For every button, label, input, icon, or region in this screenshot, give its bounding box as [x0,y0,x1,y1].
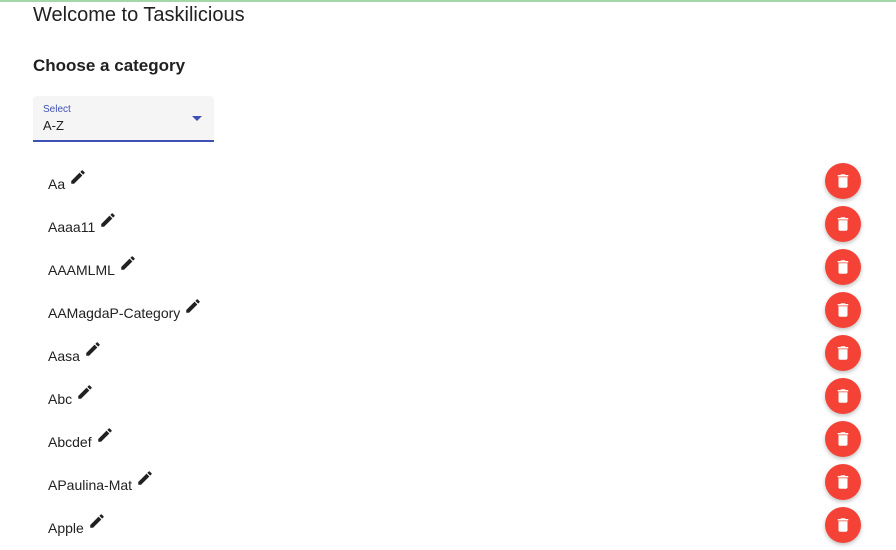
pencil-icon[interactable] [136,469,154,487]
pencil-icon[interactable] [99,211,117,229]
pencil-icon[interactable] [184,297,202,315]
pencil-icon[interactable] [96,426,114,444]
list-item: Abcdef [0,418,896,461]
pencil-icon[interactable] [88,512,106,530]
section-heading: Choose a category [33,56,186,75]
pencil-icon[interactable] [119,254,137,272]
chevron-down-icon [192,116,202,121]
trash-icon [837,174,849,188]
page-title: Welcome to Taskilicious [33,4,245,26]
list-item: Aa [0,160,896,203]
delete-button[interactable] [825,421,861,457]
select-value: A-Z [43,118,64,133]
category-label: Abc [48,385,94,408]
list-item: Apple [0,504,896,547]
category-label: Aa [48,170,87,193]
pencil-icon[interactable] [76,383,94,401]
delete-button[interactable] [825,292,861,328]
list-item: Aaaa11 [0,203,896,246]
list-item: Abc [0,375,896,418]
delete-button[interactable] [825,249,861,285]
delete-button[interactable] [825,507,861,543]
trash-icon [837,217,849,231]
category-label: Aaaa11 [48,213,117,236]
delete-button[interactable] [825,335,861,371]
delete-button[interactable] [825,163,861,199]
pencil-icon[interactable] [69,168,87,186]
trash-icon [837,475,849,489]
trash-icon [837,303,849,317]
list-item: Aasa [0,332,896,375]
trash-icon [837,260,849,274]
trash-icon [837,518,849,532]
pencil-icon[interactable] [84,340,102,358]
category-label: APaulina-Mat [48,471,154,494]
delete-button[interactable] [825,206,861,242]
list-item: AAAMLML [0,246,896,289]
category-label: Apple [48,514,106,537]
trash-icon [837,432,849,446]
delete-button[interactable] [825,464,861,500]
select-label: Select [43,104,71,115]
list-item: APaulina-Mat [0,461,896,504]
category-sort-select[interactable]: Select A-Z [33,96,214,142]
delete-button[interactable] [825,378,861,414]
category-label: Aasa [48,342,102,365]
category-label: Abcdef [48,428,114,451]
list-item: AAMagdaP-Category [0,289,896,332]
trash-icon [837,346,849,360]
trash-icon [837,389,849,403]
category-label: AAMagdaP-Category [48,299,202,322]
category-label: AAAMLML [48,256,137,279]
